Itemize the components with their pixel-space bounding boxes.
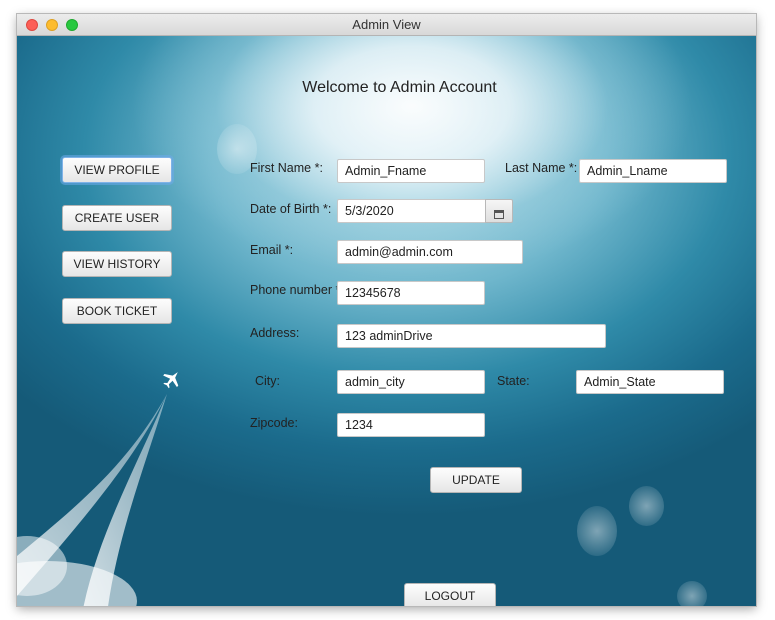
admin-panel: Welcome to Admin Account VIEW PROFILE CR…: [17, 36, 756, 606]
city-field[interactable]: [337, 370, 485, 394]
airplane-contrail-graphic: [17, 372, 179, 606]
first-name-field[interactable]: [337, 159, 485, 183]
airplane-icon: [163, 372, 179, 389]
state-field[interactable]: [576, 370, 724, 394]
background-glow: [629, 486, 664, 526]
zipcode-field[interactable]: [337, 413, 485, 437]
background-glow: [577, 506, 617, 556]
admin-view-window: Admin View Welcome to Admin Account VIEW…: [17, 14, 756, 606]
address-label: Address:: [250, 326, 300, 340]
create-user-button[interactable]: CREATE USER: [62, 205, 172, 231]
zipcode-label: Zipcode:: [250, 416, 298, 430]
view-history-button[interactable]: VIEW HISTORY: [62, 251, 172, 277]
email-field[interactable]: [337, 240, 523, 264]
city-label: City:: [255, 374, 280, 388]
view-profile-button[interactable]: VIEW PROFILE: [62, 157, 172, 183]
background-glow: [677, 581, 707, 606]
last-name-field[interactable]: [579, 159, 727, 183]
address-field[interactable]: [337, 324, 606, 348]
date-of-birth-label: Date of Birth *:: [250, 202, 332, 216]
last-name-label: Last Name *:: [505, 161, 578, 175]
date-of-birth-field[interactable]: [337, 199, 486, 223]
first-name-label: First Name *:: [250, 161, 323, 175]
state-label: State:: [497, 374, 530, 388]
title-bar: Admin View: [17, 14, 756, 36]
phone-number-field[interactable]: [337, 281, 485, 305]
page-heading: Welcome to Admin Account: [302, 79, 497, 96]
window-title: Admin View: [352, 17, 421, 32]
phone-number-label: Phone number *: [250, 283, 341, 297]
date-picker-button[interactable]: [485, 199, 513, 223]
email-label: Email *:: [250, 243, 294, 257]
logout-button[interactable]: LOGOUT: [404, 583, 496, 606]
update-button[interactable]: UPDATE: [430, 467, 522, 493]
book-ticket-button[interactable]: BOOK TICKET: [62, 298, 172, 324]
calendar-icon: [494, 209, 504, 219]
